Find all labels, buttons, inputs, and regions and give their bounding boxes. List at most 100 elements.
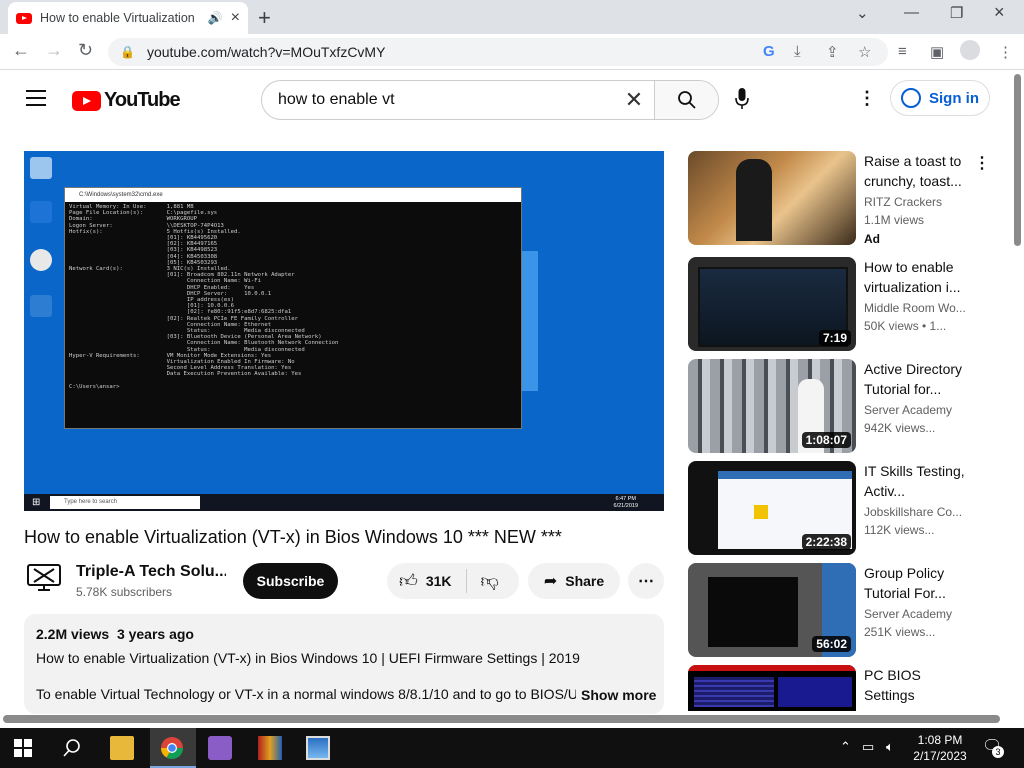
video-thumbnail[interactable]: 1:08:07 bbox=[688, 359, 856, 453]
profile-avatar-icon[interactable] bbox=[960, 40, 980, 60]
taskbar-date: 2/17/2023 bbox=[913, 749, 967, 763]
browser-menu-icon[interactable]: ⋮ bbox=[998, 43, 1013, 61]
recommendation-title[interactable]: IT Skills Testing, Activ... bbox=[864, 461, 972, 501]
recommendation-item[interactable]: 2:22:38 IT Skills Testing, Activ... Jobs… bbox=[688, 461, 998, 557]
reload-icon[interactable]: ↻ bbox=[78, 40, 93, 61]
vertical-scrollbar[interactable] bbox=[1012, 72, 1022, 712]
network-icon[interactable]: ▭ bbox=[862, 739, 874, 755]
back-icon[interactable]: ← bbox=[12, 40, 30, 61]
vertical-scroll-thumb[interactable] bbox=[1014, 74, 1021, 246]
horizontal-scrollbar[interactable] bbox=[0, 713, 1010, 725]
search-icon bbox=[677, 91, 696, 109]
bookmark-star-icon[interactable]: ☆ bbox=[858, 43, 871, 61]
new-tab-icon[interactable]: + bbox=[258, 5, 271, 31]
settings-more-icon[interactable]: ⋮ bbox=[858, 88, 876, 109]
video-player[interactable]: C:\Windows\system32\cmd.exe Virtual Memo… bbox=[24, 151, 664, 511]
search-box[interactable]: how to enable vt ✕ bbox=[261, 80, 719, 120]
recommendation-title[interactable]: Group Policy Tutorial For... bbox=[864, 563, 972, 603]
restore-icon[interactable]: ❐ bbox=[950, 4, 963, 22]
photos-icon[interactable] bbox=[306, 736, 330, 760]
video-thumbnail[interactable] bbox=[688, 665, 856, 711]
share-button[interactable]: ➦ Share bbox=[528, 563, 620, 599]
upload-age: 3 years ago bbox=[116, 626, 194, 642]
window-light-decor bbox=[522, 251, 538, 391]
minimize-icon[interactable]: — bbox=[904, 4, 919, 21]
recommendation-item[interactable]: PC BIOS Settings bbox=[688, 665, 998, 711]
thumbnail-figure bbox=[736, 159, 772, 241]
cmd-window: C:\Windows\system32\cmd.exe Virtual Memo… bbox=[64, 187, 522, 429]
ad-options-icon[interactable]: ⋮ bbox=[974, 153, 990, 173]
recommendation-channel[interactable]: Server Academy bbox=[864, 607, 972, 621]
sign-in-button[interactable]: Sign in bbox=[890, 80, 990, 116]
video-thumbnail[interactable]: 2:22:38 bbox=[688, 461, 856, 555]
youtube-favicon-icon bbox=[16, 12, 32, 24]
edge-icon bbox=[30, 201, 52, 223]
volume-icon[interactable]: 🔈︎ bbox=[886, 739, 894, 755]
channel-logo-icon bbox=[27, 564, 61, 591]
url-text: youtube.com/watch?v=MOuTxfzCvMY bbox=[146, 44, 386, 60]
like-button[interactable]: 👍︎ 31K bbox=[387, 569, 467, 593]
file-explorer-icon[interactable] bbox=[110, 736, 134, 760]
close-tab-icon[interactable]: × bbox=[231, 9, 240, 27]
show-hidden-icons-icon[interactable]: ⌃ bbox=[840, 739, 851, 755]
taskbar-clock[interactable]: 1:08 PM 2/17/2023 bbox=[912, 732, 968, 764]
sign-in-label: Sign in bbox=[929, 89, 979, 107]
player-clock: 6:47 PM 6/21/2019 bbox=[614, 496, 638, 509]
more-actions-button[interactable]: ⋯ bbox=[628, 563, 664, 599]
tab-search-icon[interactable]: ⌄ bbox=[856, 4, 869, 22]
video-thumbnail[interactable] bbox=[688, 151, 856, 245]
chrome-taskbar-icon[interactable] bbox=[160, 736, 184, 760]
speaker-icon[interactable]: 🔊 bbox=[208, 11, 223, 25]
recycle-bin-icon bbox=[30, 157, 52, 179]
clear-search-icon[interactable]: ✕ bbox=[614, 87, 654, 113]
taskbar-search-icon[interactable] bbox=[62, 738, 82, 758]
visual-studio-icon[interactable] bbox=[208, 736, 232, 760]
video-thumbnail[interactable]: 7:19 bbox=[688, 257, 856, 351]
recommendation-channel[interactable]: Server Academy bbox=[864, 403, 972, 417]
notification-count: 3 bbox=[992, 746, 1004, 758]
recommendation-views: 50K views • 1... bbox=[864, 319, 947, 333]
channel-avatar[interactable] bbox=[26, 563, 62, 593]
media-control-icon[interactable]: ≡ bbox=[898, 43, 907, 60]
channel-name[interactable]: Triple-A Tech Solu... bbox=[76, 563, 226, 581]
like-dislike-bar: 👍︎ 31K 👎︎ bbox=[387, 563, 519, 599]
voice-search-icon[interactable] bbox=[735, 88, 749, 116]
recommendation-item[interactable]: 1:08:07 Active Directory Tutorial for...… bbox=[688, 359, 998, 455]
browser-tab[interactable]: How to enable Virtualization 🔊 × bbox=[8, 2, 248, 34]
youtube-logo[interactable]: YouTube bbox=[72, 89, 181, 112]
recommendation-channel[interactable]: Middle Room Wo... bbox=[864, 301, 972, 315]
desktop-app-icon bbox=[30, 295, 52, 317]
google-lens-icon[interactable]: G bbox=[763, 43, 775, 60]
window-close-icon[interactable]: × bbox=[994, 2, 1005, 23]
menu-icon[interactable] bbox=[26, 90, 46, 111]
install-icon[interactable]: ⤓ bbox=[794, 43, 801, 60]
recommendation-channel[interactable]: RITZ Crackers bbox=[864, 195, 972, 209]
recommendation-title[interactable]: Raise a toast to crunchy, toast... bbox=[864, 151, 972, 191]
recommendation-channel[interactable]: Jobskillshare Co... bbox=[864, 505, 972, 519]
tab-title: How to enable Virtualization bbox=[40, 11, 195, 25]
video-thumbnail[interactable]: 56:02 bbox=[688, 563, 856, 657]
share-page-icon[interactable]: ⇪ bbox=[826, 43, 839, 61]
winrar-icon[interactable] bbox=[258, 736, 282, 760]
subscribe-button[interactable]: Subscribe bbox=[243, 563, 338, 599]
recommendation-views: 251K views... bbox=[864, 625, 936, 639]
recommendation-views: 112K views... bbox=[864, 523, 935, 537]
recommendation-title[interactable]: How to enable virtualization i... bbox=[864, 257, 972, 297]
description-box[interactable]: 2.2M views 3 years ago How to enable Vir… bbox=[24, 614, 664, 714]
thumbnail-bios-text bbox=[694, 677, 774, 707]
horizontal-scroll-thumb[interactable] bbox=[3, 715, 1000, 723]
recommendation-item[interactable]: Raise a toast to crunchy, toast... RITZ … bbox=[688, 151, 998, 247]
dislike-button[interactable]: 👎︎ bbox=[467, 570, 499, 592]
search-input[interactable]: how to enable vt bbox=[262, 91, 614, 109]
start-windows-icon[interactable] bbox=[14, 739, 32, 757]
youtube-play-logo-icon bbox=[72, 90, 101, 111]
search-button[interactable] bbox=[654, 81, 718, 119]
show-more-button[interactable]: Show more bbox=[581, 687, 656, 703]
forward-icon[interactable]: → bbox=[45, 40, 63, 61]
side-panel-icon[interactable]: ▣ bbox=[930, 43, 944, 61]
recommendation-title[interactable]: PC BIOS Settings bbox=[864, 665, 972, 705]
recommendation-item[interactable]: 56:02 Group Policy Tutorial For... Serve… bbox=[688, 563, 998, 659]
logo-text: YouTube bbox=[104, 89, 181, 111]
recommendation-item[interactable]: 7:19 How to enable virtualization i... M… bbox=[688, 257, 998, 353]
recommendation-title[interactable]: Active Directory Tutorial for... bbox=[864, 359, 972, 399]
